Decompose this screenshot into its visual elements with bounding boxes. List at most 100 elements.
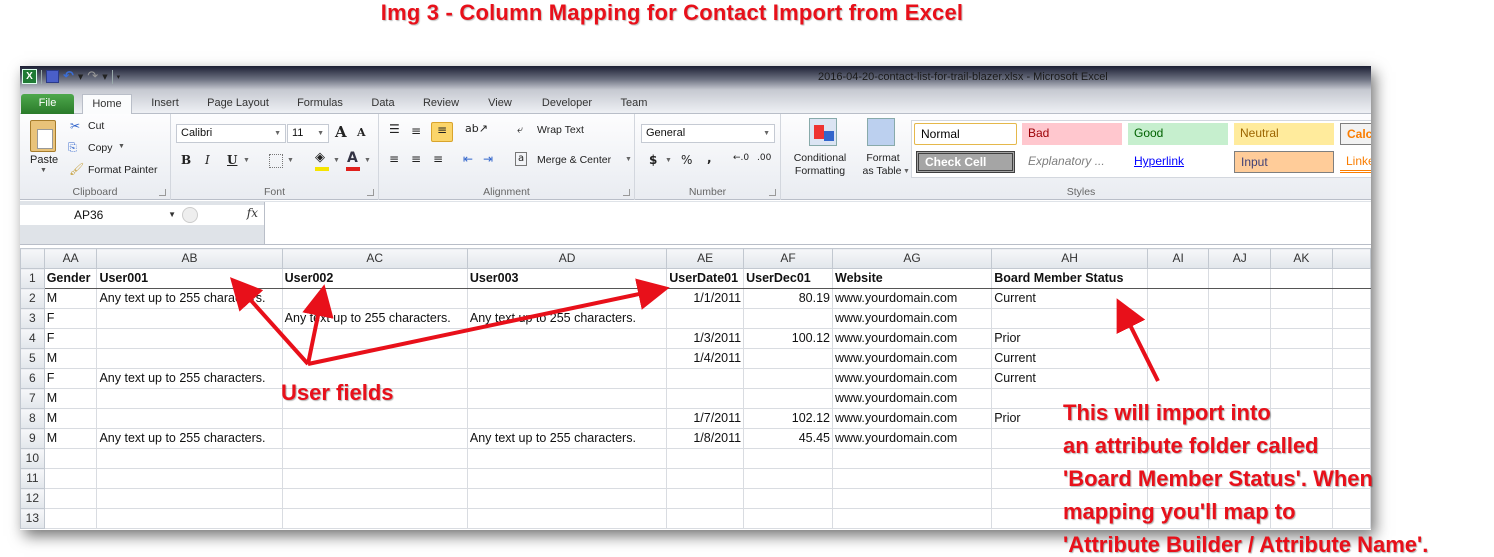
format-as-table-label[interactable]: as Table [857,165,907,177]
column-header[interactable]: AH [991,248,1148,269]
cell[interactable]: M [43,288,98,309]
cell[interactable] [281,488,468,509]
borders-icon[interactable] [269,154,283,168]
cell[interactable]: 1/7/2011 [666,408,745,429]
tab-view[interactable]: View [482,94,518,114]
cell[interactable]: Website [831,268,993,289]
cell[interactable]: 1/4/2011 [666,348,745,369]
name-box[interactable]: AP36 ▼ [20,205,180,225]
cell[interactable] [281,428,468,449]
align-top-icon[interactable]: ☰ [389,122,400,136]
font-launcher-icon[interactable] [367,189,374,196]
cell[interactable]: Prior [991,328,1148,349]
cell[interactable] [743,308,833,329]
cell[interactable] [1208,308,1272,329]
style-bad[interactable]: Bad [1022,123,1122,145]
cell[interactable] [1331,308,1371,329]
bold-button[interactable]: B [181,153,191,167]
cell[interactable]: Any text up to 255 characters. [96,428,283,449]
cell[interactable] [43,488,98,509]
cell[interactable]: 102.12 [743,408,833,429]
cell[interactable] [743,348,833,369]
cell[interactable]: Gender [43,268,98,289]
style-good[interactable]: Good [1128,123,1228,145]
cell[interactable] [96,388,283,409]
alignment-launcher-icon[interactable] [623,189,630,196]
cell[interactable]: 1/8/2011 [666,428,745,449]
increase-decimal-icon[interactable]: ←.0 [733,153,749,163]
cell[interactable]: Current [991,348,1148,369]
cell[interactable] [96,328,283,349]
cell[interactable] [1146,368,1210,389]
row-header[interactable]: 5 [20,348,45,369]
underline-dropdown-icon[interactable]: ▼ [243,157,250,164]
cell[interactable]: www.yourdomain.com [831,428,993,449]
cell[interactable] [43,468,98,489]
cell[interactable] [1270,308,1333,329]
formula-input[interactable] [264,202,1371,244]
cell[interactable]: User001 [96,268,283,289]
cell[interactable]: User003 [466,268,668,289]
cell[interactable]: www.yourdomain.com [831,288,993,309]
cell[interactable]: www.yourdomain.com [831,348,993,369]
decrease-decimal-icon[interactable]: .00 [757,153,771,163]
align-right-icon[interactable]: ≡ [433,152,443,166]
row-header[interactable]: 6 [20,368,45,389]
cell[interactable] [281,288,468,309]
cell[interactable] [831,448,993,469]
column-header[interactable]: AE [666,248,745,269]
cell[interactable]: Board Member Status [991,268,1148,289]
cell[interactable] [1208,328,1272,349]
merge-center-button[interactable]: Merge & Center [537,154,611,166]
tab-formulas[interactable]: Formulas [288,94,352,114]
cell[interactable] [96,508,283,529]
cell[interactable] [991,308,1148,329]
cell[interactable]: www.yourdomain.com [831,408,993,429]
cell[interactable] [1270,268,1333,289]
cell[interactable] [743,448,833,469]
column-header[interactable]: AG [831,248,993,269]
cell[interactable] [1208,368,1272,389]
cell[interactable]: 100.12 [743,328,833,349]
cell[interactable] [281,328,468,349]
cell[interactable] [743,488,833,509]
tab-insert[interactable]: Insert [140,94,190,114]
cell[interactable] [1146,268,1210,289]
cell[interactable]: UserDec01 [743,268,833,289]
cell[interactable] [1208,268,1272,289]
cell[interactable] [281,348,468,369]
cell[interactable] [466,508,668,529]
row-header[interactable]: 1 [20,268,45,289]
style-normal[interactable]: Normal [914,123,1017,145]
column-header[interactable]: AD [466,248,668,269]
cell[interactable]: www.yourdomain.com [831,388,993,409]
style-check-cell[interactable]: Check Cell [916,151,1015,173]
tab-home[interactable]: Home [82,94,132,115]
conditional-formatting-label[interactable]: Formatting [789,165,851,177]
wrap-text-button[interactable]: Wrap Text [537,124,584,136]
tab-page-layout[interactable]: Page Layout [200,94,276,114]
clipboard-launcher-icon[interactable] [159,189,166,196]
cell[interactable] [831,488,993,509]
currency-button[interactable]: $ [649,153,657,167]
merge-dropdown-icon[interactable]: ▼ [625,156,632,163]
cell[interactable] [1270,288,1333,309]
cell[interactable]: www.yourdomain.com [831,308,993,329]
cell[interactable] [1331,288,1371,309]
column-header[interactable] [1331,248,1371,269]
undo-icon[interactable]: ↶ [63,69,74,84]
align-middle-icon[interactable]: ≡ [411,124,421,138]
cell[interactable] [1146,308,1210,329]
row-header[interactable]: 3 [20,308,45,329]
cell[interactable]: 45.45 [743,428,833,449]
cell[interactable] [96,408,283,429]
cell[interactable] [1270,348,1333,369]
styles-more-icon[interactable]: ▼ [903,168,910,175]
cell[interactable]: Current [991,288,1148,309]
align-bottom-icon[interactable]: ≡ [431,122,453,142]
column-header[interactable]: AK [1270,248,1333,269]
format-as-table-button[interactable]: Format [863,152,903,164]
font-color-dropdown-icon[interactable]: ▼ [364,157,371,164]
column-header[interactable]: AB [96,248,283,269]
row-header[interactable]: 4 [20,328,45,349]
